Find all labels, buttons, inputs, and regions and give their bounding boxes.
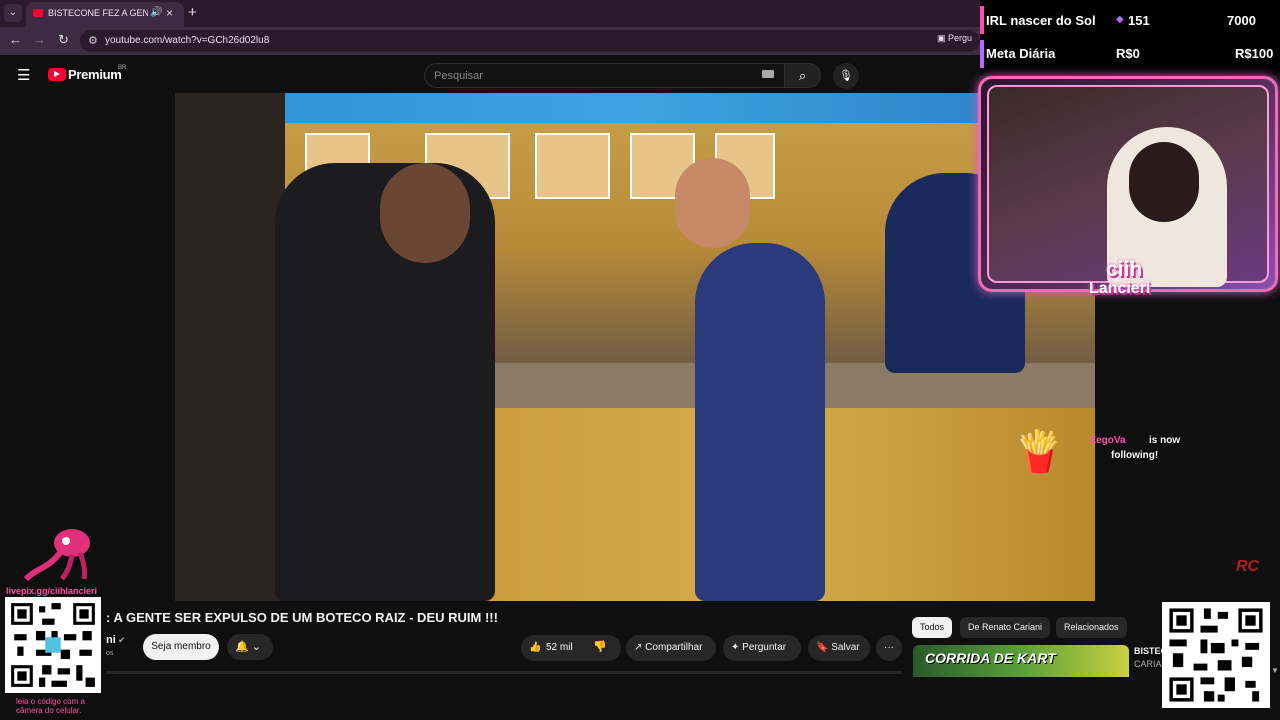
fries-mascot-icon: 🍟 — [1014, 430, 1064, 474]
search-button[interactable]: ⌕ — [785, 63, 821, 88]
sparkle-icon: ✦ — [731, 642, 740, 653]
share-button[interactable]: ↗ Compartilhar — [626, 635, 716, 661]
speaker-icon[interactable]: 🔊 — [150, 7, 162, 18]
subscriber-count: os — [106, 650, 114, 657]
qr-caption: leia o código com a — [16, 697, 85, 706]
search-icon: ⌕ — [798, 68, 807, 83]
play-triangle-icon — [54, 71, 60, 77]
ask-gemini-button[interactable]: ▣ Pergu — [937, 33, 972, 49]
forward-arrow-icon[interactable]: → — [33, 32, 46, 47]
webcam-feed — [987, 85, 1269, 287]
goal-target: 7000 — [1227, 13, 1256, 28]
new-tab-plus-icon[interactable]: + — [188, 4, 197, 21]
description-divider — [106, 671, 902, 674]
chevron-down-icon: ⌄ — [251, 641, 261, 653]
join-button[interactable]: Seja membro — [143, 634, 219, 660]
ask-label: Pergu — [948, 33, 973, 43]
video-title: : A GENTE SER EXPULSO DE UM BOTECO RAIZ … — [106, 610, 498, 625]
search-input[interactable] — [434, 68, 754, 84]
keyboard-icon[interactable] — [762, 70, 774, 78]
channel-name[interactable]: ni — [106, 634, 116, 646]
qr-code-icon — [1162, 602, 1270, 708]
bell-icon: 🔔 — [235, 641, 249, 653]
thumbs-up-icon: 👍 — [529, 642, 542, 653]
qr-caption: câmera do celular. — [16, 706, 82, 715]
more-actions-button[interactable]: ··· — [876, 635, 902, 661]
youtube-premium-wordmark[interactable]: Premium — [68, 67, 122, 82]
thumbnail-text: CORRIDA DE KART — [925, 650, 1056, 666]
url-text[interactable]: youtube.com/watch?v=GCh26d02lu8 — [105, 35, 269, 46]
youtube-favicon-icon — [33, 9, 43, 17]
stream-goal-panel: IRL nascer do Sol ◆ 151 7000 Meta Diária… — [980, 0, 1280, 76]
active-tab[interactable]: BISTECONE FEZ A GENTE SER EXPULSO 🔊 × — [26, 2, 184, 27]
follow-alert-text: following! — [1111, 450, 1159, 461]
streamer-name-logo: ciih — [1106, 258, 1143, 281]
tab-title: BISTECONE FEZ A GENTE SER EXPULSO — [48, 8, 148, 18]
chip-related[interactable]: Relacionados — [1056, 617, 1127, 638]
tab-search-button[interactable]: ⌄ — [4, 4, 22, 22]
site-info-icon[interactable]: ⚙ — [88, 34, 98, 47]
share-arrow-icon: ↗ — [634, 642, 643, 653]
ask-button[interactable]: ✦ Perguntar — [723, 635, 801, 661]
chip-from-channel[interactable]: De Renato Cariani — [960, 617, 1051, 638]
address-bar[interactable]: ⚙ youtube.com/watch?v=GCh26d02lu8 — [80, 30, 980, 52]
video-scene-person-right-head — [675, 158, 750, 248]
save-label: Salvar — [831, 642, 860, 653]
twitch-sub-icon: ◆ — [1116, 14, 1124, 25]
goal-current: 151 — [1128, 13, 1150, 28]
close-icon[interactable]: × — [166, 6, 173, 20]
thumbs-down-icon[interactable]: 👎 — [593, 640, 607, 653]
video-player[interactable] — [175, 93, 1095, 601]
goal-accent-bar — [980, 40, 984, 68]
video-scene-person-left — [175, 93, 285, 601]
video-scene-menu-board — [535, 133, 610, 199]
more-dots-icon: ··· — [884, 642, 894, 653]
scroll-down-icon[interactable]: ▼ — [1271, 666, 1279, 675]
like-count: 52 mil — [546, 642, 573, 653]
country-code: BR — [118, 65, 127, 71]
streamer-name-logo: Lancieri — [1089, 280, 1151, 297]
recommended-video-channel: CARIA — [1134, 659, 1162, 669]
channel-watermark: RC — [1236, 558, 1260, 575]
follow-alert-text: is now — [1149, 435, 1181, 446]
video-scene-person-middle-head — [380, 163, 470, 263]
goal-accent-bar — [980, 6, 984, 34]
goal-label: IRL nascer do Sol — [986, 13, 1096, 28]
goal-target: R$100 — [1235, 46, 1274, 61]
share-label: Compartilhar — [645, 642, 703, 653]
goal-label: Meta Diária — [986, 46, 1056, 61]
microphone-icon: 🎙 — [839, 70, 853, 82]
save-button[interactable]: 🔖 Salvar — [808, 635, 870, 661]
qr-code-icon — [5, 597, 101, 693]
voice-search-button[interactable]: 🎙 — [833, 63, 859, 89]
recommended-video-thumbnail[interactable]: CORRIDA DE KART — [913, 645, 1129, 677]
livepix-url: livepix.gg/ciihlancieri — [6, 586, 98, 596]
streamer-head — [1129, 142, 1199, 222]
search-box — [424, 63, 785, 88]
verified-check-icon: ✔ — [118, 635, 126, 645]
back-arrow-icon[interactable]: ← — [9, 32, 22, 47]
video-scene-ceiling — [175, 93, 1095, 123]
goal-current: R$0 — [1116, 46, 1140, 61]
notification-button[interactable]: 🔔 ⌄ — [227, 634, 273, 660]
follow-alert-username: ZegoVa — [1090, 435, 1126, 446]
chip-all[interactable]: Todos — [912, 617, 953, 638]
ask-label: Perguntar — [742, 642, 787, 653]
reload-icon[interactable]: ↻ — [58, 32, 69, 48]
bookmark-icon: 🔖 — [816, 642, 829, 653]
hamburger-menu-icon[interactable]: ☰ — [17, 66, 30, 84]
youtube-header: ☰ Premium BR ⌕ 🎙 — [0, 55, 980, 93]
video-scene-person-right — [695, 243, 825, 601]
alien-mascot-icon — [23, 529, 90, 582]
